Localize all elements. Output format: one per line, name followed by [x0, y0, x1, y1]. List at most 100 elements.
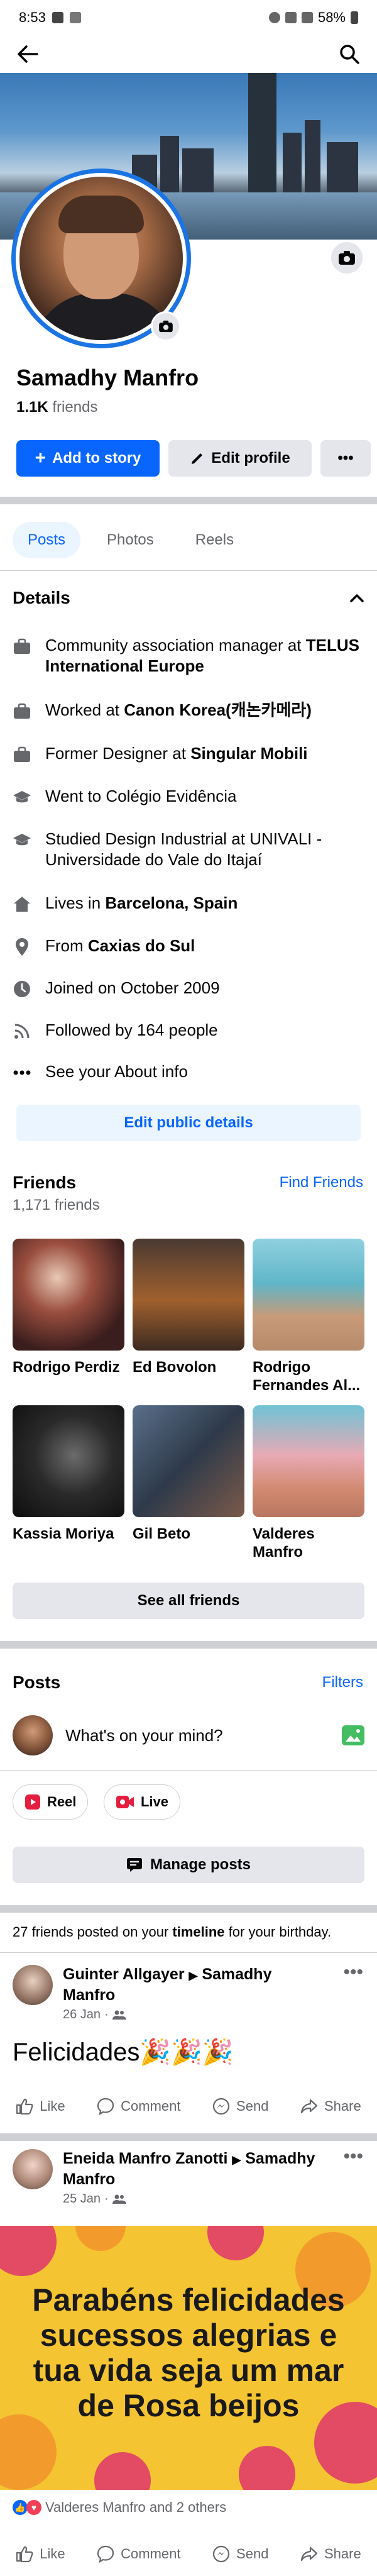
section-separator — [0, 1641, 377, 1649]
more-options-button[interactable]: ••• — [320, 440, 371, 477]
comment-icon — [97, 2545, 114, 2563]
reel-button[interactable]: Reel — [13, 1784, 89, 1820]
post-more-button[interactable]: ••• — [343, 1962, 363, 1983]
wifi-icon — [285, 12, 297, 23]
friends-title: Friends — [13, 1173, 77, 1192]
edit-public-details-button[interactable]: Edit public details — [16, 1105, 361, 1141]
friend-photo[interactable] — [133, 1239, 244, 1351]
see-all-friends-button[interactable]: See all friends — [13, 1583, 364, 1619]
friend-card[interactable]: Ed Bovolon — [133, 1239, 244, 1376]
birthday-note: 27 friends posted on your timeline for y… — [13, 1924, 332, 1940]
share-button[interactable]: Share — [300, 2098, 361, 2114]
find-friends-link[interactable]: Find Friends — [280, 1174, 363, 1191]
message-icon — [69, 12, 81, 23]
graduation-cap-icon — [13, 831, 31, 849]
post-more-button[interactable]: ••• — [343, 2146, 363, 2167]
alarm-icon — [268, 12, 280, 23]
share-button[interactable]: Share — [300, 2546, 361, 2562]
search-button[interactable] — [336, 40, 363, 68]
avatar-camera-button[interactable] — [151, 311, 181, 341]
reel-icon — [25, 1794, 40, 1810]
post-author[interactable]: Guinter Allgayer ▶ Samadhy Manfro — [63, 1965, 327, 2005]
profile-tabs: Posts Photos Reels — [13, 522, 249, 558]
comment-button[interactable]: Comment — [97, 2098, 181, 2115]
avatar[interactable] — [13, 2149, 53, 2189]
filters-link[interactable]: Filters — [322, 1674, 363, 1691]
cover-camera-button[interactable] — [329, 240, 364, 275]
divider — [0, 1770, 377, 1771]
post-image-text: Parabéns felicidades sucessos alegrias e… — [32, 2282, 345, 2423]
post-image[interactable]: Parabéns felicidades sucessos alegrias e… — [0, 2226, 377, 2490]
tab-photos[interactable]: Photos — [92, 522, 169, 558]
details-header[interactable]: Details — [13, 588, 364, 608]
friends-count: 1,171 friends — [13, 1197, 100, 1213]
profile-actions: + Add to story Edit profile ••• — [16, 440, 371, 477]
friend-name[interactable]: Valderes Manfro — [253, 1525, 364, 1561]
friend-photo[interactable] — [133, 1405, 244, 1517]
ellipsis-icon: ••• — [337, 450, 354, 467]
composer-placeholder[interactable]: What's on your mind? — [65, 1726, 223, 1745]
friend-card[interactable]: Gil Beto — [133, 1405, 244, 1543]
post-text: Felicidades🎉🎉🎉 — [13, 2038, 234, 2066]
comment-button[interactable]: Comment — [97, 2545, 181, 2563]
send-button[interactable]: Send — [212, 2098, 268, 2115]
manage-posts-button[interactable]: Manage posts — [13, 1847, 364, 1883]
reactions-summary[interactable]: 👍 ♥ Valderes Manfro and 2 others — [13, 2499, 226, 2516]
friend-card[interactable]: Rodrigo Fernandes Al... — [253, 1239, 364, 1395]
friend-photo[interactable] — [253, 1405, 364, 1517]
friend-card[interactable]: Valderes Manfro — [253, 1405, 364, 1561]
post-composer[interactable]: What's on your mind? — [13, 1713, 364, 1757]
home-icon — [13, 895, 31, 914]
profile-friends-count[interactable]: 1.1K friends — [16, 399, 97, 416]
section-separator — [0, 1905, 377, 1913]
friend-card[interactable]: Kassia Moriya — [13, 1405, 124, 1543]
send-button[interactable]: Send — [212, 2545, 268, 2563]
top-nav — [0, 35, 377, 73]
friend-photo[interactable] — [253, 1239, 364, 1351]
like-button[interactable]: Like — [16, 2546, 65, 2562]
posts-title: Posts — [13, 1672, 61, 1692]
friend-name[interactable]: Gil Beto — [133, 1525, 244, 1543]
friend-name[interactable]: Ed Bovolon — [133, 1358, 244, 1376]
friend-photo[interactable] — [13, 1239, 124, 1351]
ellipsis-icon — [13, 1063, 31, 1082]
add-to-story-button[interactable]: + Add to story — [16, 440, 160, 477]
divider — [0, 1952, 377, 1953]
details-title: Details — [13, 588, 70, 607]
back-arrow-icon — [18, 45, 38, 63]
detail-followers[interactable]: Followed by 164 people — [13, 1020, 364, 1041]
post-author[interactable]: Eneida Manfro Zanotti ▶ Samadhy Manfro — [63, 2149, 327, 2189]
briefcase-icon — [13, 702, 31, 721]
divider — [0, 570, 377, 571]
edit-profile-button[interactable]: Edit profile — [168, 440, 312, 477]
camera-icon — [339, 251, 355, 265]
detail-from: From Caxias do Sul — [13, 936, 364, 956]
friend-name[interactable]: Rodrigo Fernandes Al... — [253, 1358, 364, 1395]
friend-card[interactable]: Rodrigo Perdiz — [13, 1239, 124, 1376]
rss-icon — [13, 1022, 31, 1041]
friend-name[interactable]: Rodrigo Perdiz — [13, 1358, 124, 1376]
detail-education-1: Went to Colégio Evidência — [13, 786, 364, 807]
notification-icon — [52, 12, 63, 23]
post-meta: 25 Jan · — [63, 2192, 327, 2206]
tab-posts[interactable]: Posts — [13, 522, 81, 558]
like-button[interactable]: Like — [16, 2098, 65, 2114]
post-action-bar: Like Comment Send Share — [0, 2084, 377, 2128]
avatar[interactable] — [13, 1965, 53, 2005]
friend-photo[interactable] — [13, 1405, 124, 1517]
chevron-up-icon[interactable] — [349, 593, 364, 603]
friend-name[interactable]: Kassia Moriya — [13, 1525, 124, 1543]
back-button[interactable] — [14, 40, 41, 68]
tab-reels[interactable]: Reels — [180, 522, 249, 558]
section-separator — [0, 2133, 377, 2141]
manage-posts-icon — [126, 1858, 142, 1872]
post-action-bar: Like Comment Send Share — [0, 2532, 377, 2576]
photo-icon[interactable] — [342, 1725, 364, 1745]
status-time: 8:53 — [19, 9, 46, 25]
live-button[interactable]: Live — [104, 1784, 181, 1820]
camera-icon — [159, 320, 173, 333]
like-reaction-icon: 👍 — [13, 2500, 28, 2515]
detail-about-info[interactable]: See your About info — [13, 1061, 364, 1082]
messenger-icon — [212, 2545, 230, 2563]
signal-icon — [301, 12, 313, 23]
